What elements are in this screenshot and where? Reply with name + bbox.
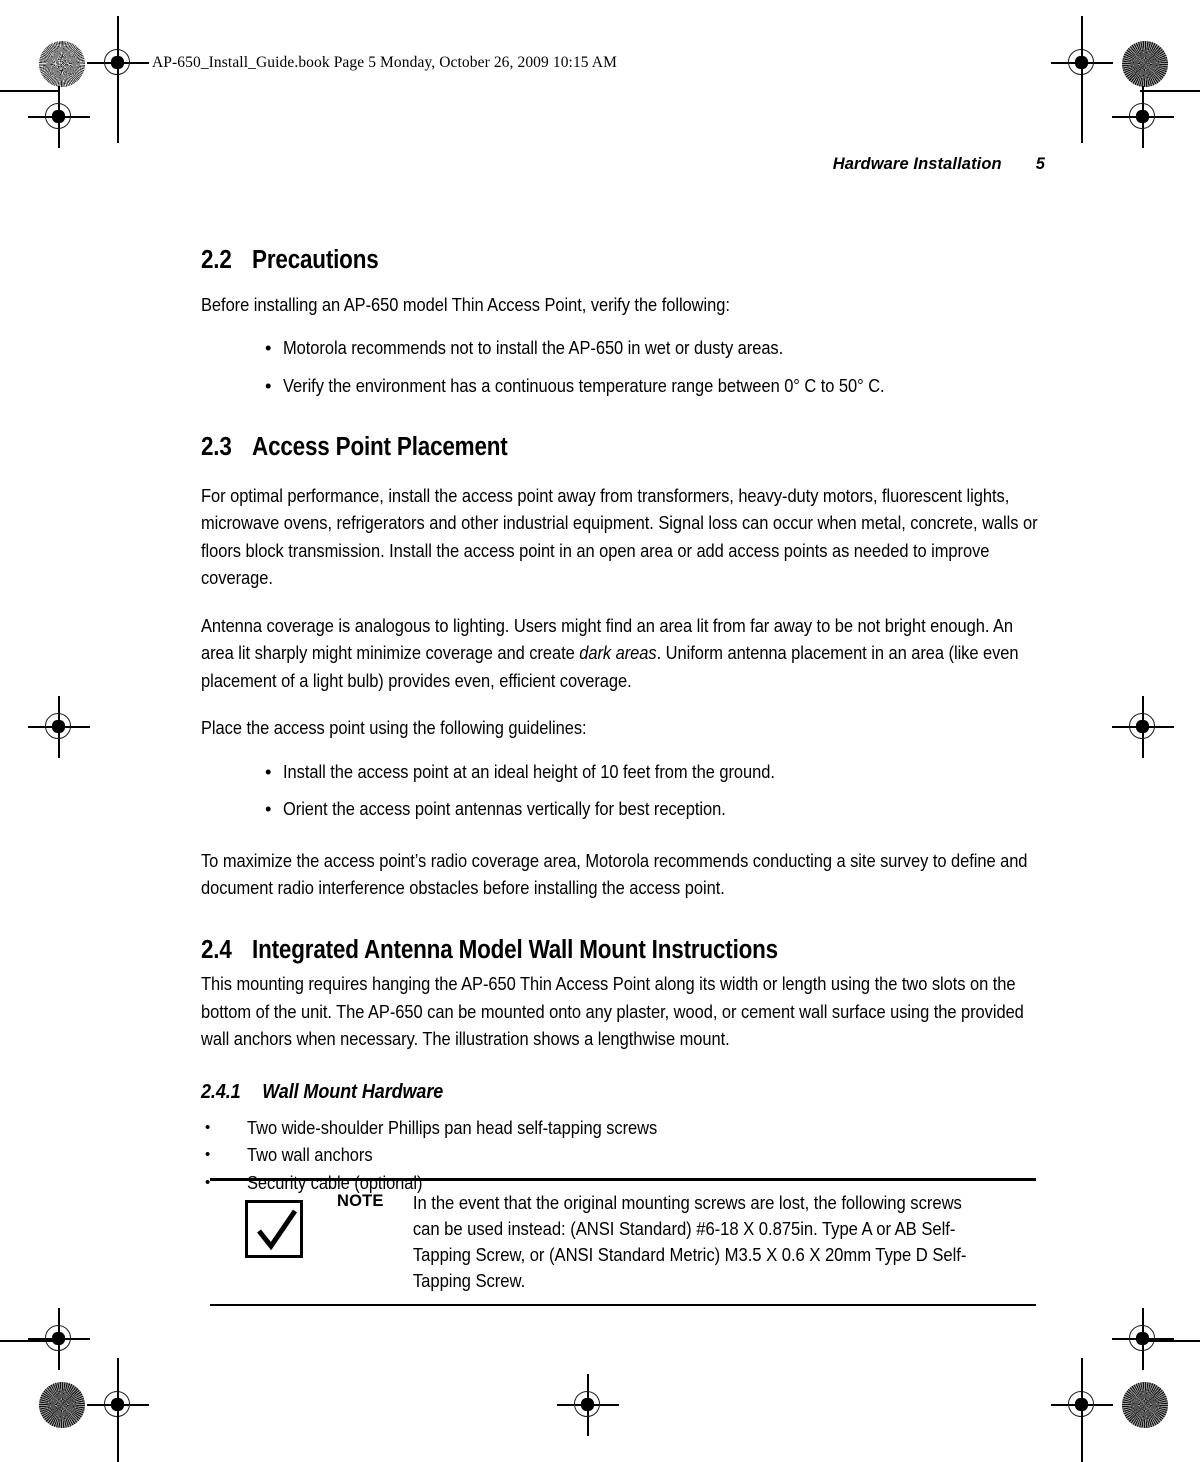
- rosette-mark-bottom-left: [39, 1382, 85, 1428]
- running-header-title: Hardware Installation: [832, 155, 1002, 173]
- section-title-2-3: Access Point Placement: [252, 433, 508, 462]
- trim-line-right-vertical-bottom: [1081, 1358, 1083, 1462]
- note-admonition: NOTE In the event that the original moun…: [210, 1178, 1036, 1307]
- registration-mark-lower-left: [28, 1308, 90, 1370]
- list-item: • Motorola recommends not to install the…: [265, 334, 1046, 362]
- paragraph-2-3-first: For optimal performance, install the acc…: [201, 484, 1038, 589]
- section-title-2-4: Integrated Antenna Model Wall Mount Inst…: [252, 935, 778, 964]
- page-number: 5: [1035, 155, 1045, 173]
- heading-subsection-2-4-1: 2.4.1 Wall Mount Hardware: [201, 1081, 962, 1104]
- bullet-glyph: •: [265, 337, 272, 359]
- trim-line-top-right-horizontal: [1140, 90, 1200, 92]
- document-body: 2.2 Precautions Before installing an AP-6…: [201, 246, 1046, 1196]
- bullet-glyph: •: [265, 798, 272, 820]
- note-icon-cell: [210, 1190, 337, 1258]
- registration-mark-mid-left: [28, 696, 90, 758]
- rosette-mark-bottom-right: [1122, 1382, 1168, 1428]
- list-item-text: Orient the access point antennas vertica…: [283, 798, 726, 820]
- bullet-glyph: •: [205, 1118, 211, 1136]
- list-item: • Two wall anchors: [201, 1141, 1046, 1169]
- paragraph-2-3-second: Antenna coverage is analogous to lightin…: [201, 612, 1046, 695]
- list-item-text: Verify the environment has a continuous …: [283, 374, 885, 396]
- paragraph-2-3-guidelines-lead: Place the access point using the followi…: [201, 717, 587, 739]
- list-item-text: Motorola recommends not to install the A…: [283, 337, 784, 359]
- heading-section-2-4: 2.4 Integrated Antenna Model Wall Mount I…: [201, 936, 945, 965]
- note-label: NOTE: [337, 1191, 384, 1210]
- emphasis-dark-areas: dark areas: [579, 642, 657, 664]
- note-text: In the event that the original mounting …: [412, 1192, 967, 1291]
- trim-line-left-vertical: [117, 16, 119, 143]
- list-item: • Two wide-shoulder Phillips pan head se…: [201, 1114, 1046, 1142]
- list-item: • Install the access point at an ideal h…: [265, 758, 1046, 786]
- list-item-text: Install the access point at an ideal hei…: [283, 760, 775, 782]
- list-item-text: Two wall anchors: [247, 1144, 373, 1166]
- rosette-mark-top-right: [1122, 41, 1168, 87]
- list-item-text: Two wide-shoulder Phillips pan head self…: [247, 1116, 658, 1138]
- subsection-number-2-4-1: 2.4.1: [201, 1080, 241, 1103]
- section-number-2-3: 2.3: [201, 433, 232, 462]
- paragraph-2-2-intro: Before installing an AP-650 model Thin A…: [201, 293, 730, 315]
- trim-line-bottom-left-horizontal: [0, 1340, 60, 1342]
- registration-mark-upper-left: [28, 86, 90, 148]
- paragraph-2-4-first: This mounting requires hanging the AP-65…: [201, 973, 1024, 1050]
- bullet-glyph: •: [265, 374, 272, 396]
- book-file-line: AP-650_Install_Guide.book Page 5 Monday,…: [152, 54, 617, 71]
- paragraph-2-3-site-survey: To maximize the access point’s radio cov…: [201, 849, 1028, 899]
- trim-line-top-left-horizontal: [0, 90, 60, 92]
- list-item: • Verify the environment has a continuou…: [265, 372, 1046, 400]
- registration-mark-bottom-center: [557, 1374, 619, 1436]
- rosette-mark-top-left: [39, 41, 85, 87]
- trim-line-bottom-right-horizontal: [1140, 1340, 1200, 1342]
- note-bottom-rule: [210, 1303, 1036, 1307]
- subsection-title-2-4-1: Wall Mount Hardware: [262, 1080, 444, 1103]
- registration-mark-mid-right: [1112, 696, 1174, 758]
- section-title-2-2: Precautions: [252, 246, 379, 274]
- heading-section-2-2: 2.2 Precautions: [201, 246, 945, 275]
- trim-line-right-vertical: [1081, 16, 1083, 143]
- checkmark-box-icon: [244, 1199, 303, 1258]
- bullet-list-placement-guidelines: • Install the access point at an ideal h…: [265, 758, 1046, 823]
- registration-mark-lower-right: [1112, 1308, 1174, 1370]
- trim-line-left-vertical-bottom: [117, 1358, 119, 1462]
- bullet-list-precautions: • Motorola recommends not to install the…: [265, 334, 1046, 399]
- section-number-2-4: 2.4: [201, 935, 232, 964]
- section-number-2-2: 2.2: [201, 246, 232, 274]
- bullet-glyph: •: [205, 1146, 211, 1164]
- registration-mark-upper-right: [1112, 86, 1174, 148]
- bullet-glyph: •: [265, 760, 272, 782]
- list-item: • Orient the access point antennas verti…: [265, 795, 1046, 823]
- running-header: Hardware Installation 5: [200, 155, 1045, 174]
- heading-section-2-3: 2.3 Access Point Placement: [201, 433, 945, 462]
